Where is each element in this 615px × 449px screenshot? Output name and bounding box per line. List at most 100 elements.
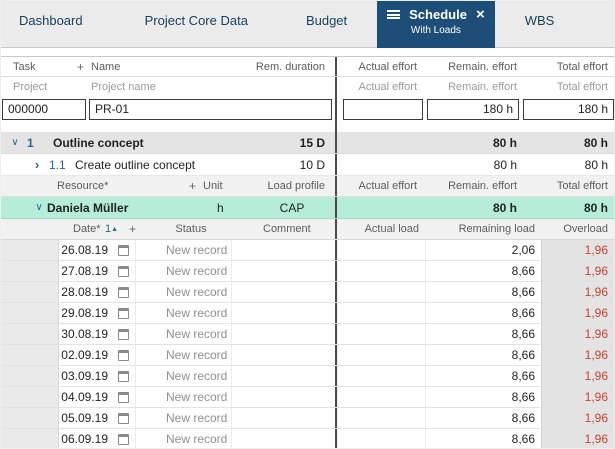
actual-load-cell[interactable] (337, 282, 425, 302)
remaining-load-cell[interactable]: 8,66 (425, 366, 541, 386)
task-rem-duration[interactable]: 15 D (243, 136, 335, 150)
project-id-input[interactable]: 000000 (2, 98, 86, 120)
task-row-1[interactable]: 1 Outline concept 15 D 80 h 80 h (1, 132, 614, 154)
date-cell[interactable]: 04.09.19 (59, 390, 111, 404)
remaining-load-cell[interactable]: 8,66 (425, 324, 541, 344)
status-column-header[interactable]: Status (143, 223, 239, 235)
task-rem-duration[interactable]: 10 D (243, 158, 335, 172)
actual-load-cell[interactable] (337, 345, 425, 365)
actual-load-cell[interactable] (337, 240, 425, 260)
hamburger-menu-icon[interactable] (387, 10, 401, 19)
remaining-load-cell[interactable]: 2,06 (425, 240, 541, 260)
add-load-record-icon[interactable] (129, 222, 143, 236)
calendar-cell[interactable] (111, 366, 135, 386)
date-cell[interactable]: 28.08.19 (59, 285, 111, 299)
tab-schedule[interactable]: Schedule With Loads (377, 1, 495, 48)
calendar-cell[interactable] (111, 324, 135, 344)
actual-load-cell[interactable] (337, 387, 425, 407)
actual-load-column-header[interactable]: Actual load (337, 223, 425, 235)
resource-load-profile[interactable]: CAP (249, 201, 335, 215)
add-resource-icon[interactable] (189, 179, 203, 193)
comment-column-header[interactable]: Comment (239, 223, 335, 235)
remaining-load-cell[interactable]: 8,66 (425, 282, 541, 302)
chevron-right-icon[interactable] (29, 157, 45, 172)
comment-cell[interactable] (231, 240, 335, 260)
tab-schedule-subtitle: With Loads (410, 25, 461, 36)
tab-wbs[interactable]: WBS (525, 1, 555, 28)
tab-budget[interactable]: Budget (306, 1, 347, 28)
resource-row-daniela-mueller[interactable]: Daniela Müller h CAP 80 h 80 h (1, 197, 614, 219)
date-cell[interactable]: 29.08.19 (59, 306, 111, 320)
comment-cell[interactable] (231, 261, 335, 281)
chevron-down-icon[interactable] (31, 202, 47, 213)
date-cell[interactable]: 02.09.19 (59, 348, 111, 362)
calendar-cell[interactable] (111, 345, 135, 365)
comment-cell[interactable] (231, 282, 335, 302)
date-cell[interactable]: 05.09.19 (59, 411, 111, 425)
remaining-load-cell[interactable]: 8,66 (425, 345, 541, 365)
actual-load-cell[interactable] (337, 366, 425, 386)
tab-project-core-data[interactable]: Project Core Data (145, 1, 248, 28)
total-effort-subheader: Total effort (556, 80, 608, 93)
resource-column-header[interactable]: Resource* (47, 180, 189, 192)
comment-cell[interactable] (231, 408, 335, 428)
project-total-effort-input[interactable]: 180 h (523, 98, 614, 120)
project-name-input[interactable]: PR-01 (89, 98, 332, 120)
chevron-down-icon[interactable] (7, 137, 23, 148)
project-actual-effort-input[interactable] (343, 98, 423, 120)
load-profile-column-header[interactable]: Load profile (249, 180, 335, 192)
actual-load-cell[interactable] (337, 324, 425, 344)
task-name[interactable]: Create outline concept (75, 158, 243, 172)
calendar-cell[interactable] (111, 429, 135, 448)
calendar-cell[interactable] (111, 387, 135, 407)
calendar-cell[interactable] (111, 303, 135, 323)
remaining-load-cell[interactable]: 8,66 (425, 408, 541, 428)
remaining-load-cell[interactable]: 8,66 (425, 429, 541, 448)
actual-load-cell[interactable] (337, 429, 425, 448)
actual-effort-column-header[interactable]: Actual effort (337, 61, 423, 73)
add-task-icon[interactable] (77, 60, 91, 74)
comment-cell[interactable] (231, 345, 335, 365)
actual-load-cell[interactable] (337, 408, 425, 428)
remaining-load-cell[interactable]: 8,66 (425, 261, 541, 281)
task-name[interactable]: Outline concept (53, 136, 243, 150)
unit-column-header[interactable]: Unit (203, 180, 249, 192)
date-cell[interactable]: 27.08.19 (59, 264, 111, 278)
remain-effort-column-header[interactable]: Remain. effort (423, 61, 523, 73)
status-cell: New record (135, 366, 231, 386)
sort-indicator[interactable]: 1 (105, 223, 129, 235)
date-cell[interactable]: 06.09.19 (59, 432, 111, 446)
remaining-load-cell[interactable]: 8,66 (425, 303, 541, 323)
overload-column-header[interactable]: Overload (541, 223, 614, 235)
status-cell: New record (135, 345, 231, 365)
tab-bar: Dashboard Project Core Data Budget Sched… (1, 1, 614, 48)
close-tab-icon[interactable] (476, 10, 485, 20)
calendar-cell[interactable] (111, 408, 135, 428)
comment-cell[interactable] (231, 387, 335, 407)
remaining-load-column-header[interactable]: Remaining load (425, 223, 541, 235)
date-column-header[interactable]: Date* (59, 223, 105, 235)
calendar-cell[interactable] (111, 261, 135, 281)
task-column-header[interactable]: Task (1, 61, 77, 73)
rem-duration-column-header[interactable]: Rem. duration (243, 61, 335, 73)
comment-cell[interactable] (231, 303, 335, 323)
actual-load-cell[interactable] (337, 261, 425, 281)
project-remain-effort-input[interactable]: 180 h (427, 98, 519, 120)
resource-name[interactable]: Daniela Müller (47, 201, 203, 215)
date-cell[interactable]: 26.08.19 (59, 243, 111, 257)
calendar-icon (117, 433, 129, 445)
tab-dashboard[interactable]: Dashboard (19, 1, 83, 28)
name-column-header[interactable]: Name (91, 61, 243, 73)
actual-load-cell[interactable] (337, 303, 425, 323)
calendar-cell[interactable] (111, 282, 135, 302)
total-effort-column-header[interactable]: Total effort (523, 61, 614, 73)
overload-cell: 1,96 (541, 429, 614, 448)
remaining-load-cell[interactable]: 8,66 (425, 387, 541, 407)
comment-cell[interactable] (231, 324, 335, 344)
date-cell[interactable]: 03.09.19 (59, 369, 111, 383)
comment-cell[interactable] (231, 366, 335, 386)
task-row-1-1[interactable]: 1.1 Create outline concept 10 D 80 h 80 … (1, 154, 614, 176)
date-cell[interactable]: 30.08.19 (59, 327, 111, 341)
comment-cell[interactable] (231, 429, 335, 448)
calendar-cell[interactable] (111, 240, 135, 260)
